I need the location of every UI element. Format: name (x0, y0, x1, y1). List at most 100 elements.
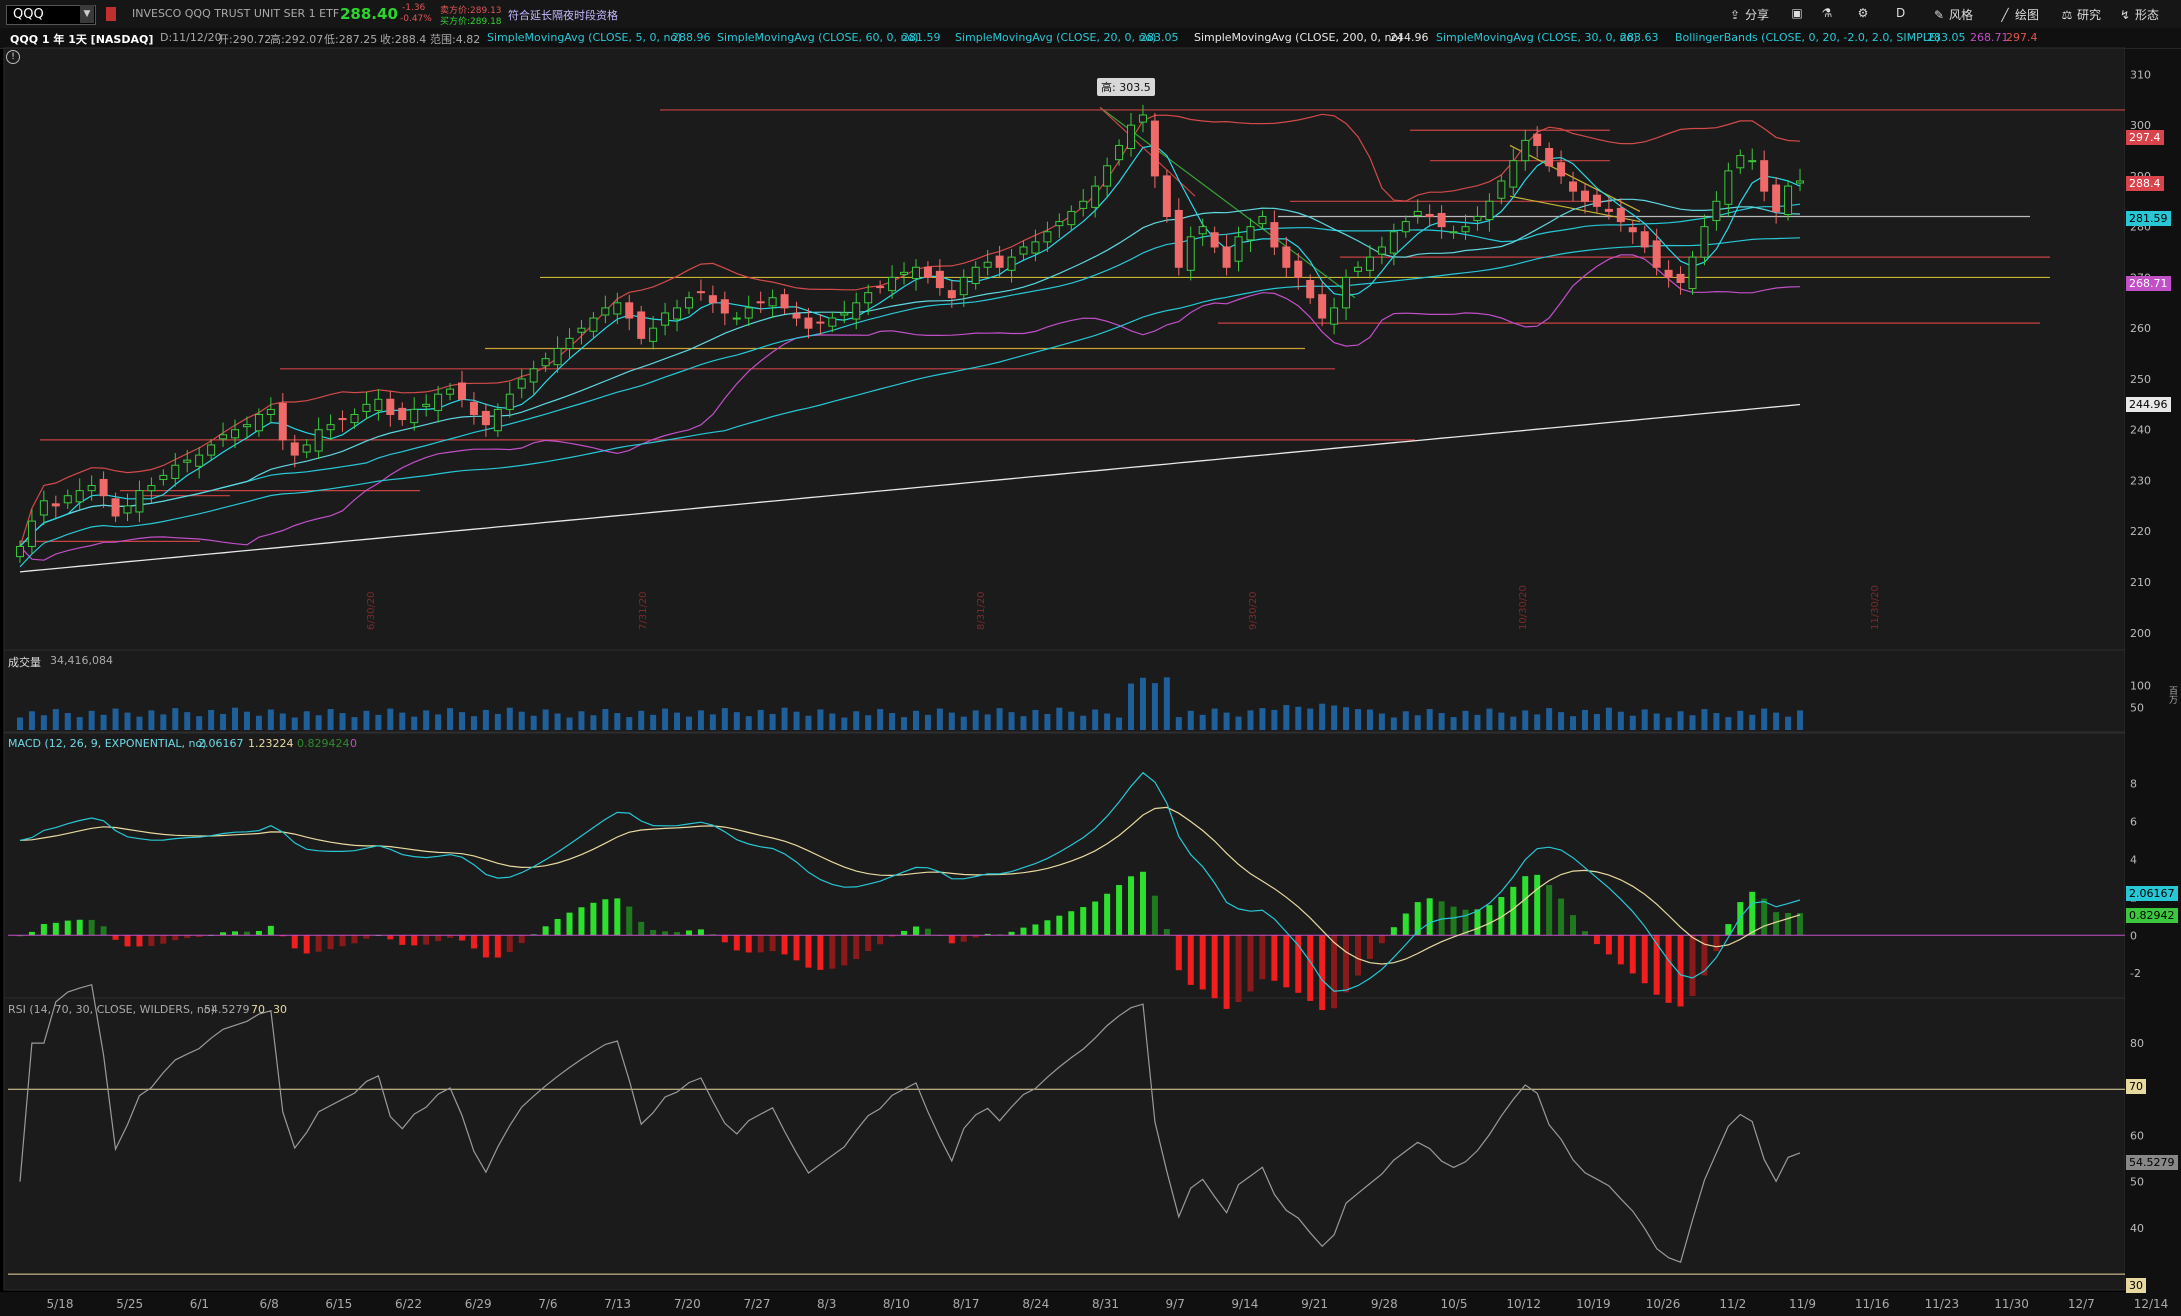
macd-histogram-bar (1689, 935, 1696, 997)
x-axis-label: 12/7 (2068, 1297, 2095, 1311)
macd-histogram-bar (1355, 935, 1361, 976)
candle-body (1067, 210, 1076, 226)
macd-histogram-bar (1283, 935, 1290, 988)
macd-histogram-bar (1605, 935, 1612, 955)
info-icon[interactable]: ! (6, 49, 20, 64)
rsi-tick-label: 60 (2130, 1130, 2144, 1143)
volume-bar (530, 715, 537, 730)
volume-bar (482, 709, 489, 730)
volume-bar (1307, 708, 1314, 730)
macd-diff-tag: 0.82942 (2126, 908, 2178, 923)
candle-body (99, 478, 108, 497)
candle-body (1294, 260, 1303, 278)
macd-histogram-bar (1211, 935, 1218, 999)
macd-histogram-bar (590, 902, 597, 936)
macd-tick-label: 8 (2130, 777, 2137, 790)
rsi-tick-label: 80 (2130, 1037, 2144, 1050)
macd-histogram-bar (912, 926, 919, 936)
candle-body (231, 429, 240, 439)
macd-histogram-bar (853, 935, 860, 960)
macd-zero: 0 (350, 737, 357, 750)
volume-bar (1677, 711, 1684, 730)
volume-bar (948, 712, 955, 730)
candle-body (1342, 276, 1351, 309)
candle-body (171, 464, 180, 479)
candle-body (63, 495, 72, 504)
volume-bar (243, 711, 250, 730)
volume-bar (1139, 677, 1146, 730)
candle-body (1258, 216, 1267, 225)
candle-body (1282, 246, 1291, 268)
macd-histogram-bar (948, 935, 955, 944)
candle-body (840, 312, 849, 316)
macd-histogram-bar (805, 935, 812, 968)
macd-histogram-bar (1020, 927, 1027, 936)
candle-body (517, 378, 526, 389)
candle-body (1533, 133, 1542, 146)
macd-histogram-bar (1785, 912, 1792, 936)
macd-histogram-bar (1104, 893, 1111, 936)
candle-body (290, 442, 299, 456)
volume-bar (232, 707, 239, 730)
candle-body (601, 307, 610, 316)
volume-bar (16, 717, 23, 730)
macd-histogram-bar (1056, 915, 1063, 936)
macd-histogram-bar (1426, 898, 1433, 936)
candle-body (1652, 240, 1661, 268)
candle-body (147, 485, 156, 492)
x-axis-label: 6/22 (395, 1297, 422, 1311)
x-axis-label: 8/3 (817, 1297, 836, 1311)
volume-bar (518, 711, 525, 730)
macd-histogram-bar (1331, 935, 1338, 1009)
candle-body (350, 413, 359, 424)
volume-bar (136, 716, 143, 730)
volume-bar (1629, 715, 1636, 730)
volume-bar (1617, 711, 1624, 730)
macd-histogram-bar (112, 935, 119, 940)
macd-histogram-bar (1259, 935, 1266, 980)
candle-body (720, 299, 729, 314)
x-axis-label: 6/1 (190, 1297, 209, 1311)
candle-body (1509, 160, 1518, 188)
candle-body (541, 358, 550, 367)
volume-bar (291, 717, 298, 730)
macd-histogram-bar (1343, 935, 1350, 993)
volume-bar (1570, 716, 1577, 730)
volume-bar (1486, 708, 1493, 730)
macd-histogram-bar (423, 935, 430, 945)
macd-histogram-bar (1199, 935, 1206, 990)
candle-body (27, 520, 36, 547)
candle-body (1748, 160, 1757, 163)
x-axis-label: 6/29 (465, 1297, 492, 1311)
volume-bar (1725, 717, 1732, 730)
macd-histogram-bar (1307, 935, 1314, 1001)
candle-body (278, 402, 287, 441)
candle-body (1557, 162, 1566, 177)
volume-bar (124, 712, 131, 730)
candle-body (242, 424, 251, 428)
volume-bar (1689, 715, 1696, 730)
macd-histogram-bar (650, 929, 657, 936)
month-line-label: 8/31/20 (976, 591, 987, 630)
volume-bar (1366, 709, 1373, 730)
candle-body (505, 393, 514, 410)
volume-bar (1641, 709, 1648, 730)
volume-bar (327, 709, 334, 730)
candle-body (1138, 114, 1147, 123)
candle-body (1736, 155, 1745, 169)
volume-bar (1558, 712, 1565, 730)
candle-body (1270, 222, 1279, 248)
volume-bar (1713, 713, 1720, 730)
macd-histogram-bar (924, 928, 931, 936)
volume-bar (1785, 716, 1792, 730)
volume-bar (387, 708, 394, 730)
candle-body (1354, 266, 1362, 272)
candle-body (1306, 279, 1315, 299)
x-axis-label: 5/18 (47, 1297, 74, 1311)
candle-body (1569, 181, 1578, 192)
candle-body (422, 403, 431, 407)
volume-bar (1737, 710, 1744, 730)
candle-body (75, 490, 84, 503)
volume-bar (972, 710, 979, 730)
candle-body (1688, 256, 1697, 290)
